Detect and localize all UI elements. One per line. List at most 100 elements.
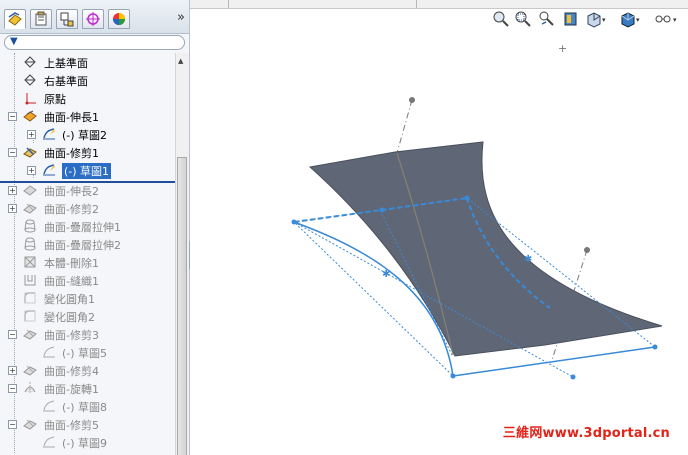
sketch-icon xyxy=(43,128,55,140)
collapse-icon[interactable]: − xyxy=(8,330,17,339)
surface-loft-icon xyxy=(24,219,36,233)
fillet-icon xyxy=(24,310,36,322)
fillet-icon xyxy=(24,292,36,304)
sketch-point[interactable] xyxy=(584,247,590,253)
tree-item-label: 曲面-修剪5 xyxy=(44,419,99,432)
tree-item-label: 曲面-伸長2 xyxy=(44,185,99,198)
tree-item-label: 曲面-縫織1 xyxy=(44,275,99,288)
sketch-point[interactable] xyxy=(464,195,470,201)
panel-tab-bar: » xyxy=(0,0,189,34)
tree-item-surface-trim-2[interactable]: + 曲面-修剪2 xyxy=(0,199,175,217)
tree-item-delete-body-1[interactable]: 本體-刪除1 xyxy=(0,253,175,271)
property-manager-icon xyxy=(35,11,47,26)
collapse-icon[interactable]: − xyxy=(8,148,17,157)
sketch-icon xyxy=(43,164,55,176)
tree-item-label: 本體-刪除1 xyxy=(44,257,99,270)
scroll-up-arrow-icon[interactable]: ▲ xyxy=(178,57,183,65)
tree-item-right-plane[interactable]: 右基準面 xyxy=(0,71,175,89)
expand-icon[interactable]: + xyxy=(8,204,17,213)
tree-item-label: 曲面-伸長1 xyxy=(44,111,99,124)
surface-trim-icon xyxy=(23,329,37,340)
tree-item-variable-fillet-1[interactable]: 變化圓角1 xyxy=(0,289,175,307)
collapse-icon[interactable]: − xyxy=(8,112,17,121)
surface-extrude-icon xyxy=(23,185,37,196)
delete-body-icon xyxy=(24,256,36,268)
tree-item-label: 原點 xyxy=(44,93,66,106)
feature-manager-tab[interactable] xyxy=(4,9,26,29)
display-manager-tab[interactable] xyxy=(108,9,130,29)
configuration-manager-icon xyxy=(60,12,74,27)
expand-panel-chevron-icon[interactable]: » xyxy=(177,10,185,25)
tree-item-surface-loft-1[interactable]: 曲面-疊層拉伸1 xyxy=(0,217,175,235)
tree-item-top-plane[interactable]: 上基準面 xyxy=(0,53,175,71)
funnel-icon: ▼ xyxy=(10,36,18,47)
collapse-icon[interactable]: − xyxy=(8,384,17,393)
tree-item-label: 曲面-旋轉1 xyxy=(44,383,99,396)
sketch-point[interactable] xyxy=(379,207,385,213)
feature-manager-icon xyxy=(8,12,22,26)
feature-tree-filter-input[interactable]: ▼ xyxy=(4,35,185,50)
feature-tree-scrollbar[interactable]: ▲ xyxy=(175,53,189,455)
property-manager-tab[interactable] xyxy=(30,9,52,29)
knit-icon xyxy=(24,275,36,286)
surface-trim-icon xyxy=(23,147,37,158)
sketch-icon xyxy=(43,346,55,358)
tree-item-surface-extrude-1[interactable]: − 曲面-伸長1 xyxy=(0,107,175,125)
display-manager-icon xyxy=(113,13,125,25)
scrollbar-thumb[interactable] xyxy=(177,157,187,455)
tree-item-knit-1[interactable]: 曲面-縫織1 xyxy=(0,271,175,289)
expand-icon[interactable]: + xyxy=(8,186,17,195)
tree-item-label: 曲面-疊層拉伸2 xyxy=(44,239,121,252)
feature-tree: 上基準面 右基準面 原點 − 曲面-伸長1 + (-) 草圖2 − 曲面-修剪1 xyxy=(0,53,175,455)
tree-item-sketch-2[interactable]: + (-) 草圖2 xyxy=(0,125,175,143)
tree-item-surface-trim-5[interactable]: − 曲面-修剪5 xyxy=(0,415,175,433)
sketch-point[interactable] xyxy=(652,344,658,350)
sketch-point[interactable] xyxy=(570,374,576,380)
tree-item-surface-revolve-1[interactable]: − 曲面-旋轉1 xyxy=(0,379,175,397)
dimxpert-tab[interactable] xyxy=(82,9,104,29)
sketch-icon xyxy=(43,436,55,448)
sketch-icon xyxy=(43,400,55,412)
rollback-bar[interactable] xyxy=(0,181,175,183)
tree-item-label: 曲面-修剪4 xyxy=(44,365,99,378)
sketch-midpoint-marker: ✱ xyxy=(382,269,390,280)
tree-item-label: (-) 草圖2 xyxy=(62,129,108,142)
expand-icon[interactable]: + xyxy=(27,130,36,139)
tree-item-label: 變化圓角2 xyxy=(44,311,95,324)
construction-line xyxy=(396,99,413,154)
dimxpert-icon xyxy=(86,12,100,26)
graphics-area[interactable]: ▾ ▾ ▾ + ✱ ✱ 三維网www.3dportal.cn xyxy=(190,0,688,455)
tree-item-surface-trim-3[interactable]: − 曲面-修剪3 xyxy=(0,325,175,343)
tree-item-surface-loft-2[interactable]: 曲面-疊層拉伸2 xyxy=(0,235,175,253)
tree-item-label: 變化圓角1 xyxy=(44,293,95,306)
trimmed-surface[interactable] xyxy=(308,141,663,357)
tree-item-origin[interactable]: 原點 xyxy=(0,89,175,107)
tree-item-label: 曲面-修剪1 xyxy=(44,147,99,160)
tree-item-sketch-5[interactable]: (-) 草圖5 xyxy=(0,343,175,361)
sketch-point[interactable] xyxy=(409,97,415,103)
tree-item-surface-extrude-2[interactable]: + 曲面-伸長2 xyxy=(0,181,175,199)
collapse-icon[interactable]: − xyxy=(8,420,17,429)
site-watermark: 三維网www.3dportal.cn xyxy=(502,426,670,441)
tree-item-label: 曲面-疊層拉伸1 xyxy=(44,221,121,234)
sketch-midpoint-marker: ✱ xyxy=(524,254,532,265)
tree-item-label: 曲面-修剪2 xyxy=(44,203,99,216)
tree-item-sketch-1[interactable]: + (-) 草圖1 xyxy=(0,161,175,179)
tree-item-surface-trim-4[interactable]: + 曲面-修剪4 xyxy=(0,361,175,379)
configuration-manager-tab[interactable] xyxy=(56,9,78,29)
tree-item-label: (-) 草圖9 xyxy=(62,437,108,450)
expand-icon[interactable]: + xyxy=(27,166,36,175)
plane-icon xyxy=(24,56,36,68)
tree-item-sketch-9[interactable]: (-) 草圖9 xyxy=(0,433,175,451)
surface-trim-icon xyxy=(23,365,37,376)
surface-trim-icon xyxy=(23,203,37,214)
feature-manager-panel: » ▼ 上基準面 右基準面 原點 − 曲面-伸長1 + (-) 草圖2 − 曲面… xyxy=(0,0,190,455)
tree-item-variable-fillet-2[interactable]: 變化圓角2 xyxy=(0,307,175,325)
sketch-point[interactable] xyxy=(450,373,456,379)
tree-item-surface-trim-1[interactable]: − 曲面-修剪1 xyxy=(0,143,175,161)
tree-item-label: (-) 草圖5 xyxy=(62,347,108,360)
tree-item-sketch-8[interactable]: (-) 草圖8 xyxy=(0,397,175,415)
sketch-point[interactable] xyxy=(291,219,297,225)
surface-revolve-icon xyxy=(24,382,36,394)
expand-icon[interactable]: + xyxy=(8,366,17,375)
